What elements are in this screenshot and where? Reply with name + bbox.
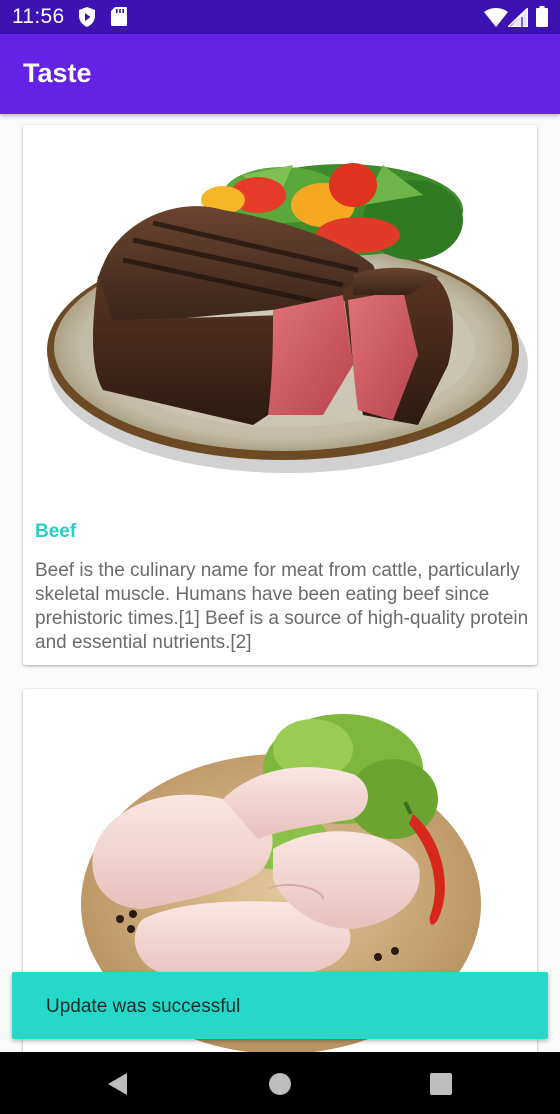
app-screen: 11:56 Taste Beef Beef is the culinary na…	[0, 0, 560, 1114]
food-list[interactable]: Beef Beef is the culinary name for meat …	[0, 114, 560, 1052]
cell-signal-icon	[505, 6, 529, 32]
card-title: Beef	[35, 521, 77, 542]
status-bar: 11:56	[0, 0, 560, 34]
recents-icon[interactable]	[426, 1069, 456, 1099]
system-nav-bar	[0, 1052, 560, 1114]
app-bar: Taste	[0, 34, 560, 114]
back-icon[interactable]	[103, 1069, 133, 1099]
snackbar-message: Update was successful	[46, 996, 241, 1017]
wifi-icon	[484, 8, 508, 32]
shield-play-icon	[78, 7, 96, 32]
status-time: 11:56	[12, 5, 65, 28]
app-title: Taste	[23, 58, 92, 88]
steak-plate-image	[23, 125, 537, 495]
battery-icon	[536, 6, 548, 32]
sd-card-icon	[111, 7, 127, 31]
home-icon[interactable]	[265, 1069, 295, 1099]
food-card[interactable]: Beef Beef is the culinary name for meat …	[23, 125, 537, 665]
card-description: Beef is the culinary name for meat from …	[35, 560, 529, 653]
snackbar: Update was successful	[12, 972, 548, 1039]
